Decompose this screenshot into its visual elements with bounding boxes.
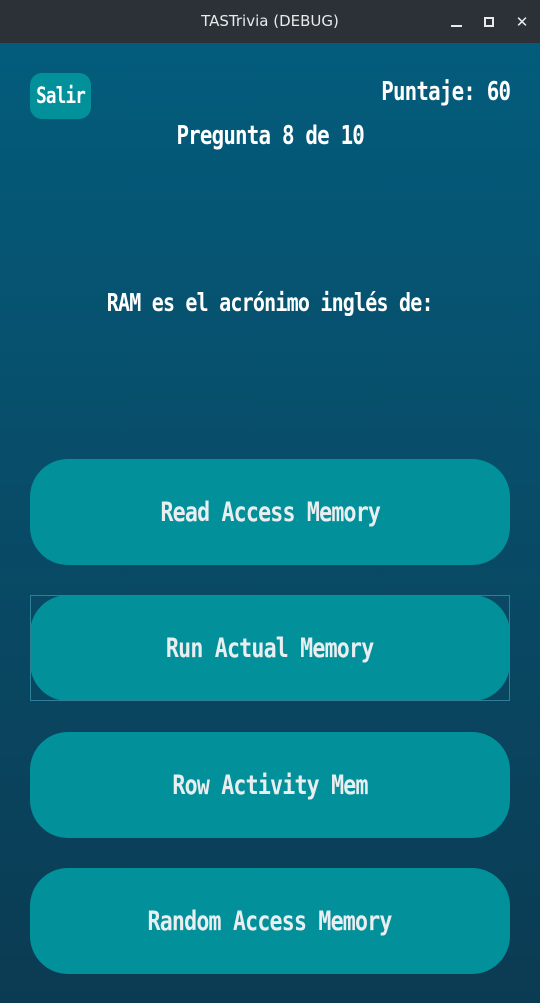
answer-label: Run Actual Memory xyxy=(166,632,374,664)
answer-label: Random Access Memory xyxy=(147,905,393,937)
close-icon[interactable]: ✕ xyxy=(511,11,533,33)
window-titlebar: TASTrivia (DEBUG) ✕ xyxy=(0,0,540,43)
answer-button-1[interactable]: Read Access Memory xyxy=(30,459,510,565)
answer-label: Read Access Memory xyxy=(160,496,380,528)
trivia-screen: Salir Puntaje: 60 Pregunta 8 de 10 RAM e… xyxy=(0,43,540,1003)
minimize-icon[interactable] xyxy=(445,11,467,33)
question-text: RAM es el acrónimo inglés de: xyxy=(107,288,434,317)
maximize-icon[interactable] xyxy=(478,11,500,33)
answer-button-2[interactable]: Run Actual Memory xyxy=(30,595,510,701)
answer-button-3[interactable]: Row Activity Mem xyxy=(30,732,510,838)
score-label: Puntaje: 60 xyxy=(381,77,511,107)
exit-button[interactable]: Salir xyxy=(30,73,91,119)
answer-button-4[interactable]: Random Access Memory xyxy=(30,868,510,974)
exit-button-label: Salir xyxy=(36,83,86,109)
question-progress: Pregunta 8 de 10 xyxy=(176,121,364,151)
answer-label: Row Activity Mem xyxy=(172,769,368,801)
